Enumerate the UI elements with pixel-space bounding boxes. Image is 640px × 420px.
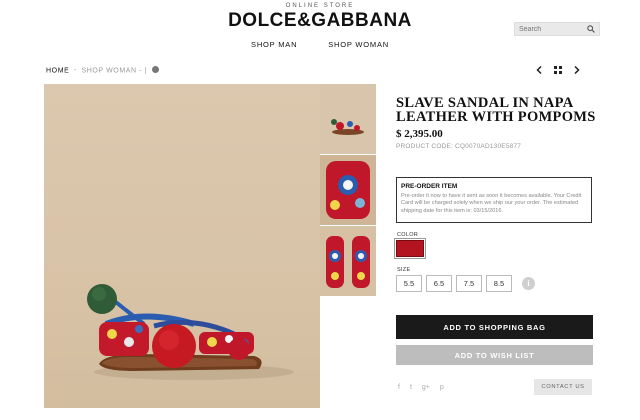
add-to-wishlist-button[interactable]: ADD TO WISH LIST (396, 345, 593, 365)
product-pager (536, 65, 580, 77)
social-share: f t g+ p (398, 384, 444, 391)
pinterest-icon[interactable]: p (440, 384, 444, 391)
preorder-heading: PRE-ORDER ITEM (401, 183, 458, 190)
chevron-right-icon[interactable] (574, 65, 580, 77)
product-price: $ 2,395.00 (396, 128, 443, 140)
color-swatch-red[interactable] (394, 238, 426, 259)
size-option[interactable]: 8.5 (486, 275, 512, 292)
size-option[interactable]: 6.5 (426, 275, 452, 292)
thumbnail-1[interactable] (320, 84, 376, 154)
product-title: SLAVE SANDAL IN NAPA LEATHER WITH POMPOM… (396, 95, 596, 125)
search-box[interactable] (514, 22, 600, 36)
store-tagline: ONLINE STORE (285, 3, 355, 9)
product-code: PRODUCT CODE: CQ0070AD130E5877 (396, 143, 522, 150)
search-icon[interactable] (585, 23, 597, 35)
main-nav: SHOP MAN SHOP WOMAN (0, 40, 640, 49)
thumbnail-2[interactable] (320, 155, 376, 225)
search-input[interactable] (519, 25, 585, 33)
size-option[interactable]: 5.5 (396, 275, 422, 292)
contact-us-button[interactable]: CONTACT US (534, 379, 592, 395)
breadcrumb: HOME - SHOP WOMAN - | (46, 66, 159, 75)
nav-shop-woman[interactable]: SHOP WOMAN (328, 40, 389, 49)
breadcrumb-shop-woman[interactable]: SHOP WOMAN (81, 67, 136, 74)
size-label: SIZE (397, 267, 411, 273)
color-label: COLOR (397, 232, 419, 238)
preorder-notice: PRE-ORDER ITEM Pre-order it now to have … (396, 177, 592, 223)
breadcrumb-separator: - (73, 67, 77, 75)
size-info-icon[interactable]: i (522, 277, 535, 290)
nav-shop-man[interactable]: SHOP MAN (251, 40, 297, 49)
breadcrumb-dot-icon (151, 66, 159, 73)
thumbnail-3[interactable] (320, 226, 376, 296)
add-to-bag-button[interactable]: ADD TO SHOPPING BAG (396, 315, 593, 339)
product-info: SLAVE SANDAL IN NAPA LEATHER WITH POMPOM… (396, 95, 596, 150)
product-main-image[interactable] (44, 84, 320, 408)
preorder-body: Pre-order it now to have it sent as soon… (401, 193, 582, 214)
google-plus-icon[interactable]: g+ (422, 384, 430, 391)
thumbnail-strip (320, 84, 376, 297)
twitter-icon[interactable]: t (410, 384, 412, 391)
site-header: ONLINE STORE DOLCE&GABBANA SHOP MAN SHOP… (0, 0, 640, 58)
chevron-left-icon[interactable] (536, 65, 542, 77)
size-option[interactable]: 7.5 (456, 275, 482, 292)
breadcrumb-home[interactable]: HOME (46, 67, 69, 74)
grid-icon[interactable] (554, 66, 562, 77)
size-selector: 5.5 6.5 7.5 8.5 i (396, 275, 535, 292)
breadcrumb-tail: - | (139, 67, 148, 75)
facebook-icon[interactable]: f (398, 384, 400, 391)
